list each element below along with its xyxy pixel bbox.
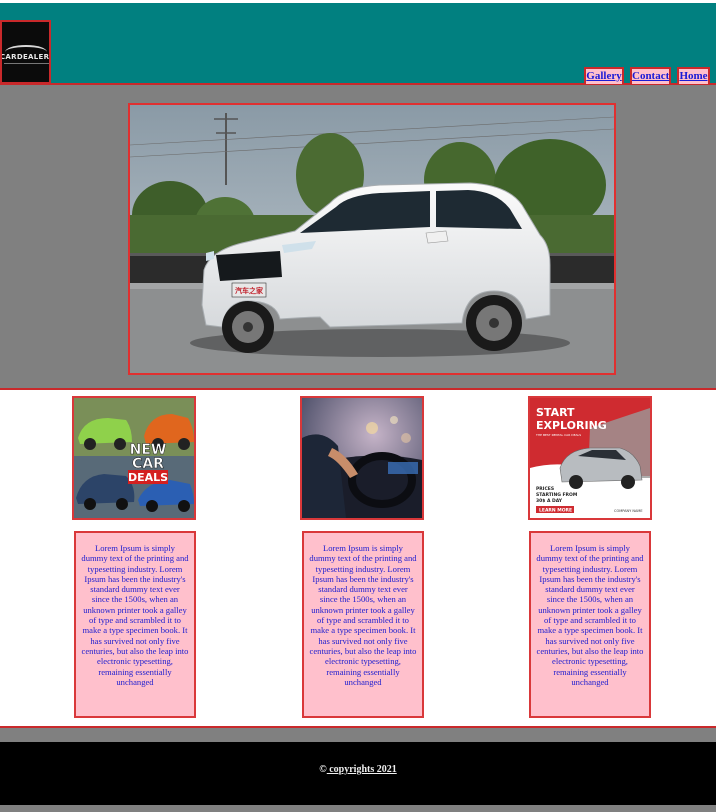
card-1-text: Lorem Ipsum is simply dummy text of the …: [74, 531, 196, 718]
plate-text: 汽车之家: [235, 286, 264, 295]
hero-car-image: 汽车之家: [128, 103, 616, 375]
nav-contact-link[interactable]: Contact: [632, 70, 669, 82]
start-exploring-ad-illustration: START EXPLORING THE BEST RENTAL CAR DEAL…: [530, 398, 650, 518]
card-3-text: Lorem Ipsum is simply dummy text of the …: [529, 531, 651, 718]
price-line-3: 30$ A DAY: [536, 498, 563, 504]
car-text: CAR: [132, 456, 164, 472]
learn-more-text: LEARN MORE: [539, 508, 572, 514]
nav-home-button[interactable]: Home: [677, 67, 710, 86]
hero-section: 汽车之家: [0, 85, 716, 390]
card-2-image: [300, 396, 424, 520]
copyright-symbol: ©: [319, 764, 327, 775]
exploring-text: EXPLORING: [536, 419, 607, 432]
site-footer: © copyrights 2021: [0, 742, 716, 805]
nav-gallery-button[interactable]: Gallery: [584, 67, 624, 86]
company-name-text: COMPANY NAME: [614, 509, 643, 513]
price-line-2: STARTING FROM: [536, 492, 578, 498]
start-text: START: [536, 406, 575, 419]
nav-gallery-link[interactable]: Gallery: [586, 70, 621, 82]
nav-home-link[interactable]: Home: [679, 70, 707, 82]
site-logo[interactable]: CARDEALER: [0, 20, 51, 84]
driver-interior-illustration: [302, 398, 422, 518]
price-line-1: PRICES: [536, 486, 554, 492]
new-car-deals-illustration: NEW CAR DEALS: [74, 398, 194, 518]
suv-illustration: 汽车之家: [130, 105, 614, 373]
card-3-image: START EXPLORING THE BEST RENTAL CAR DEAL…: [528, 396, 652, 520]
ad-subtitle-text: THE BEST RENTAL CAR DEALS: [535, 433, 581, 437]
nav-contact-button[interactable]: Contact: [630, 67, 671, 86]
logo-divider: [4, 63, 49, 64]
deals-text: DEALS: [128, 471, 168, 484]
copyright-text[interactable]: copyrights 2021: [327, 764, 397, 775]
site-header: CARDEALER Gallery Contact Home: [0, 3, 716, 86]
card-1-image: NEW CAR DEALS: [72, 396, 196, 520]
logo-text: CARDEALER: [0, 53, 50, 61]
copyright-line: © copyrights 2021: [0, 764, 716, 775]
card-2-text: Lorem Ipsum is simply dummy text of the …: [302, 531, 424, 718]
